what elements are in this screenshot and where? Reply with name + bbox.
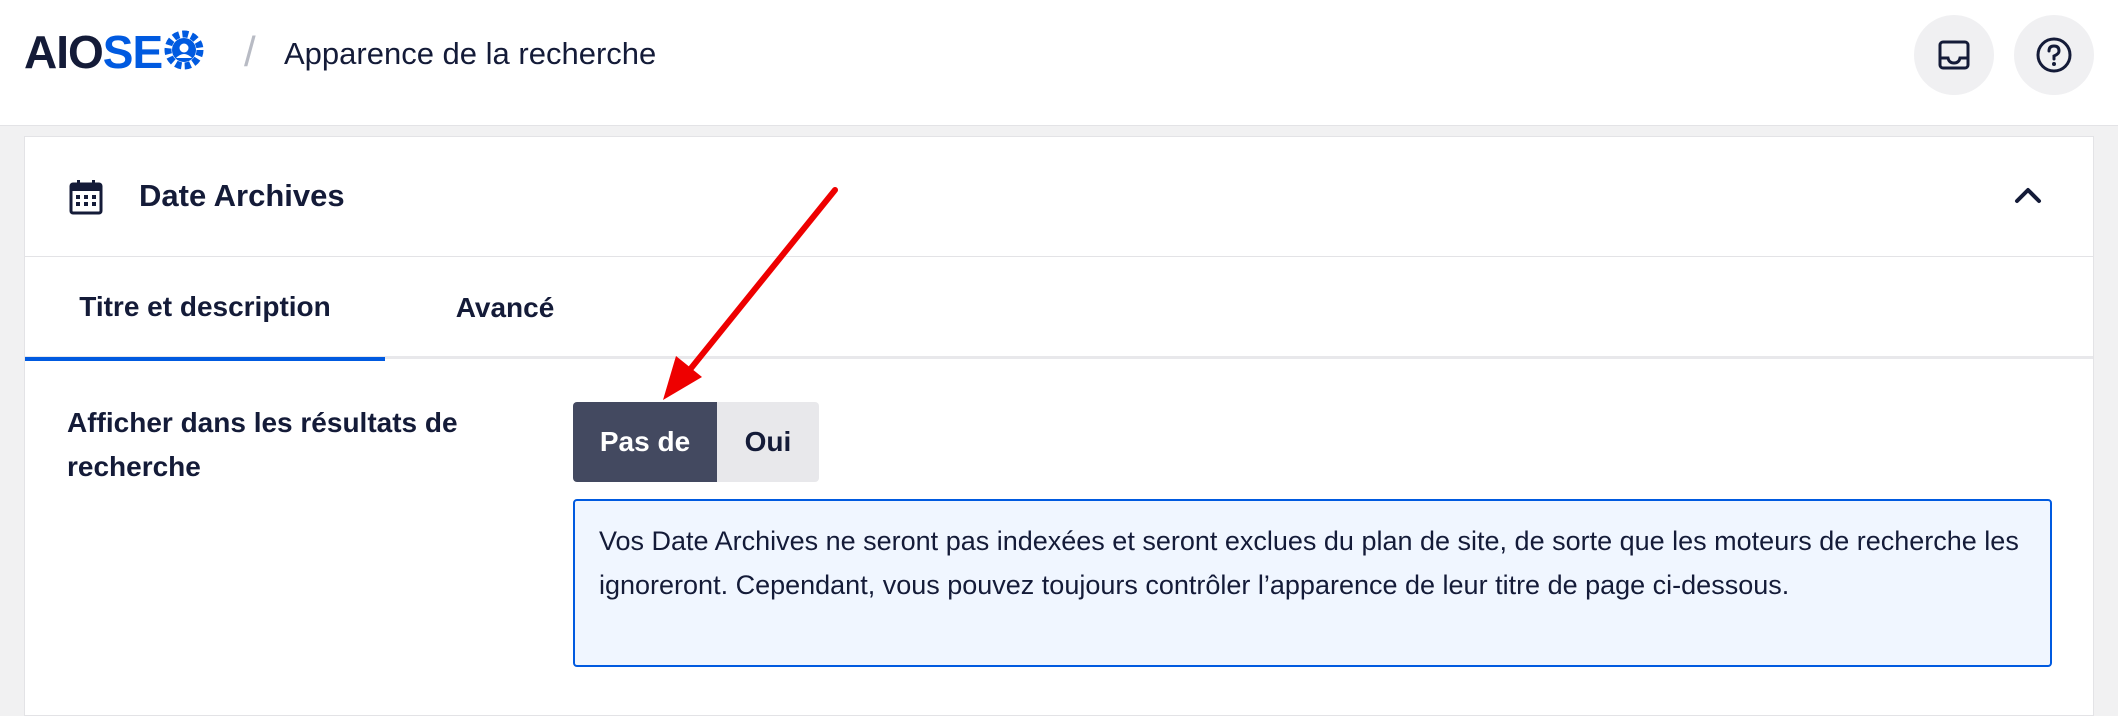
top-bar: AIO SE / Apparence de la recherche — [0, 0, 2118, 126]
card-title: Date Archives — [139, 178, 345, 213]
date-archives-card: Date Archives Titre et description Avanc… — [24, 136, 2094, 716]
breadcrumb-separator: / — [244, 28, 256, 75]
logo-text-aio: AIO — [24, 26, 104, 78]
page-title: Apparence de la recherche — [284, 36, 657, 71]
tab-title-description[interactable]: Titre et description — [25, 257, 385, 361]
toggle-option-no[interactable]: Pas de — [573, 402, 717, 482]
logo-text-seo: SE — [102, 26, 163, 78]
show-in-search-toggle: Pas de Oui — [573, 402, 819, 482]
card-header[interactable]: Date Archives — [25, 137, 2093, 257]
show-in-search-label: Afficher dans les résultats de recherche — [67, 407, 458, 482]
noindex-notice: Vos Date Archives ne seront pas indexées… — [573, 499, 2052, 667]
tab-bar: Titre et description Avancé — [25, 257, 2093, 361]
aioseo-logo[interactable]: AIO SE — [24, 26, 204, 78]
calendar-icon — [69, 180, 103, 215]
inbox-icon — [1938, 40, 1970, 70]
chevron-up-icon[interactable] — [2013, 185, 2043, 205]
toggle-option-yes[interactable]: Oui — [717, 402, 819, 482]
inbox-button[interactable] — [1914, 15, 1994, 95]
help-icon — [2036, 37, 2072, 73]
tab-advanced[interactable]: Avancé — [385, 257, 625, 359]
help-button[interactable] — [2014, 15, 2094, 95]
logo-gear-icon — [164, 30, 204, 70]
